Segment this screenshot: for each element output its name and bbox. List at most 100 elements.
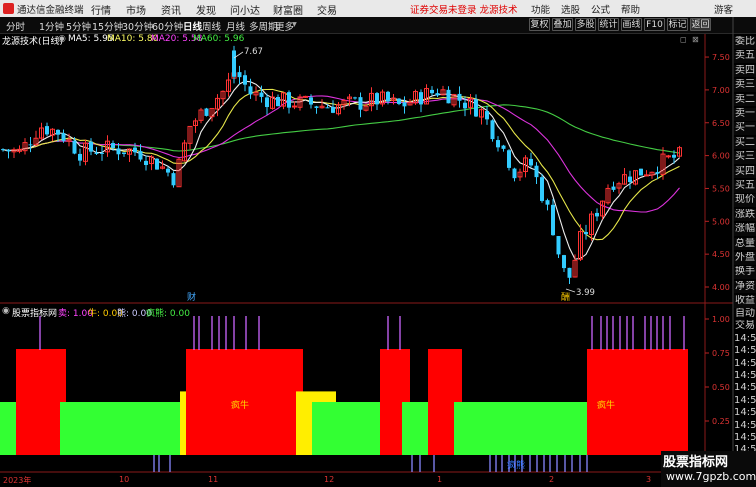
trade-time: 14:5 — [734, 407, 756, 419]
panel-close-icon[interactable]: ⊠ — [692, 35, 699, 44]
candle-body-up — [281, 92, 286, 107]
indicator-block — [186, 349, 303, 455]
candle-body-up — [149, 156, 154, 165]
candle-body-up — [380, 91, 385, 105]
candle-body-up — [17, 148, 22, 152]
candle-body-down — [232, 50, 236, 77]
quote-label: 涨跌 — [734, 208, 756, 222]
trade-time: 14:5 — [734, 419, 756, 431]
candle-body-down — [655, 172, 660, 174]
login-notice[interactable]: 证券交易未登录 龙源技术 — [410, 2, 518, 16]
menu-help[interactable]: 帮助 — [621, 2, 640, 16]
candle-body-up — [215, 97, 220, 110]
candle-body-up — [363, 105, 369, 111]
candle-body-up — [347, 96, 352, 100]
period-15min[interactable]: 15分钟 — [92, 19, 123, 33]
f10-button[interactable]: F10 — [644, 18, 665, 31]
menu-market[interactable]: 市场 — [126, 2, 146, 17]
quote-label: 外盘 — [734, 252, 756, 265]
candle-body-down — [248, 86, 253, 95]
trade-panel: 自动 交易 14:5 14:5 14:5 14:5 14:5 14:5 14:5 14:5 14:5… — [734, 306, 756, 456]
period-5min[interactable]: 5分钟 — [66, 19, 91, 33]
sub-tick-label: 0.25 — [712, 417, 730, 426]
candle-body-down — [562, 255, 566, 269]
settings-icon[interactable]: ◉ — [58, 34, 66, 44]
candle-body-down — [116, 148, 121, 155]
back-button[interactable]: 返回 — [690, 18, 711, 31]
menu-quotes[interactable]: 行情 — [91, 2, 111, 17]
trade-time: 14:5 — [734, 332, 756, 344]
menu-trade[interactable]: 交易 — [317, 2, 337, 17]
candle-body-down — [490, 120, 495, 140]
period-weekly[interactable]: 周线 — [202, 19, 221, 33]
kline-chart[interactable]: 7.50 7.00 6.50 6.00 5.50 5.00 4.50 4.00 1.00 0.75… — [0, 0, 756, 487]
price-tick-label: 7.00 — [712, 86, 730, 95]
candle-body-down — [595, 212, 599, 217]
trade-time: 14:5 — [734, 394, 756, 406]
sub-settings-icon[interactable]: ◉ — [2, 306, 10, 316]
panel-control-icon[interactable]: ◻ — [680, 35, 687, 44]
indicator-block — [322, 391, 336, 455]
candle-body-down — [171, 173, 176, 186]
period-daily[interactable]: 日线 — [183, 19, 202, 33]
menu-discover[interactable]: 发现 — [196, 2, 216, 17]
menu-wealth[interactable]: 财富圈 — [273, 2, 303, 17]
candle-body-up — [198, 109, 204, 121]
candle-body-up — [336, 104, 341, 115]
candle-body-down — [397, 98, 401, 104]
menu-function[interactable]: 功能 — [531, 2, 550, 16]
candle-body-down — [61, 133, 66, 141]
period-multi[interactable]: 多周期 — [249, 19, 278, 33]
draw-line-button[interactable]: 画线 — [621, 18, 642, 31]
candle-body-down — [28, 144, 33, 146]
period-60min[interactable]: 60分钟 — [152, 19, 183, 33]
candle-body-down — [485, 111, 489, 120]
period-30min[interactable]: 30分钟 — [122, 19, 153, 33]
candle-body-up — [182, 142, 187, 162]
period-intraday[interactable]: 分时 — [6, 19, 25, 33]
candle-body-down — [540, 177, 544, 201]
candle-body-down — [611, 186, 616, 190]
candle-body-up — [517, 171, 523, 178]
candle-body-up — [226, 79, 231, 92]
candle-body-up — [644, 174, 649, 177]
menu-ask[interactable]: 问小达 — [230, 2, 260, 17]
period-monthly[interactable]: 月线 — [226, 19, 245, 33]
price-tick-label: 6.00 — [712, 152, 730, 161]
statistics-button[interactable]: 统计 — [598, 18, 619, 31]
sub-tick-label: 0.50 — [712, 383, 730, 392]
indicator-block — [587, 349, 688, 455]
candle-body-up — [270, 96, 275, 109]
indicator-block — [296, 391, 322, 455]
candle-body-up — [105, 140, 110, 153]
candle-body-up — [33, 137, 39, 146]
quote-label: 换手 — [734, 266, 756, 279]
candle-body-up — [176, 158, 182, 188]
overlay-button[interactable]: 叠加 — [552, 18, 573, 31]
crazy-bear-value: 疯熊: 0.00 — [146, 309, 190, 319]
multi-stock-button[interactable]: 多股 — [575, 18, 596, 31]
candle-body-down — [166, 168, 170, 173]
candle-body-down — [556, 236, 561, 255]
candle-body-up — [11, 149, 17, 153]
candle-body-down — [94, 152, 99, 154]
menu-formula[interactable]: 公式 — [591, 2, 610, 16]
candle-body-down — [122, 152, 126, 154]
candle-body-up — [622, 174, 627, 185]
ma60-label: MA60: 5.96 — [193, 34, 245, 44]
candle-body-down — [309, 97, 313, 105]
candle-body-up — [22, 142, 28, 152]
menu-select-stock[interactable]: 选股 — [561, 2, 580, 16]
bull-label-2: 疯牛 — [597, 399, 615, 411]
high-price-label: 7.67 — [244, 47, 263, 57]
quote-label: 买二 — [734, 136, 756, 150]
mark-button[interactable]: 标记 — [667, 18, 688, 31]
price-tick-label: 6.50 — [712, 119, 730, 128]
quote-label: 卖四 — [734, 64, 756, 78]
indicator-block — [454, 402, 595, 455]
adjust-button[interactable]: 复权 — [529, 18, 550, 31]
menu-news[interactable]: 资讯 — [161, 2, 181, 17]
dropdown-arrow-icon[interactable]: ▾ — [292, 19, 297, 30]
guest-label[interactable]: 游客 — [714, 2, 733, 16]
period-1min[interactable]: 1分钟 — [39, 19, 64, 33]
